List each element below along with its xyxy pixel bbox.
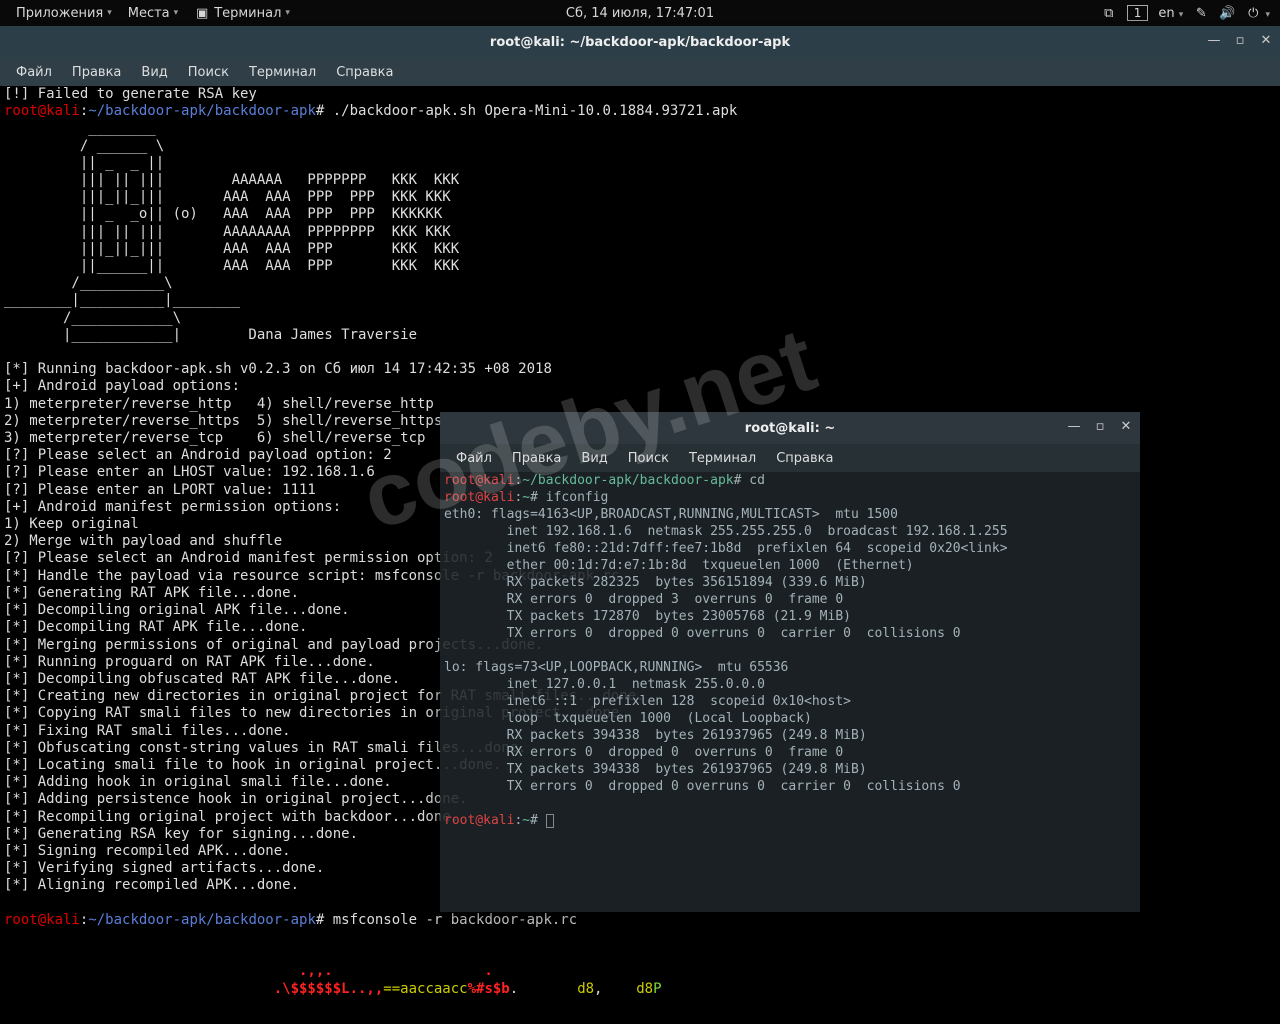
command-2: msfconsole -r backdoor-apk.rc [333, 912, 577, 928]
terminal-body[interactable]: root@kali:~/backdoor-apk/backdoor-apk# c… [440, 472, 1140, 912]
menu-file[interactable]: Файл [6, 61, 62, 84]
close-button[interactable]: ✕ [1118, 418, 1134, 434]
menu-terminal[interactable]: Терминал [239, 61, 326, 84]
prompt-user: root@kali [444, 473, 514, 488]
titlebar[interactable]: root@kali: ~/backdoor-apk/backdoor-apk —… [0, 26, 1280, 58]
menubar: Файл Правка Вид Поиск Терминал Справка [440, 444, 1140, 472]
applications-menu[interactable]: Приложения ▾ [8, 2, 120, 25]
terminal-icon: ▣ [194, 5, 210, 21]
prompt-user: root@kali [444, 813, 514, 828]
chevron-down-icon: ▾ [1179, 10, 1184, 20]
ifconfig-output: eth0: flags=4163<UP,BROADCAST,RUNNING,MU… [444, 507, 1008, 794]
msf-banner-l1: .,,. . [4, 963, 493, 979]
maximize-button[interactable]: ▫ [1092, 418, 1108, 434]
chevron-down-icon: ▾ [174, 8, 179, 18]
workspace-indicator[interactable]: 1 [1127, 5, 1149, 21]
window-title: root@kali: ~ [745, 421, 835, 436]
minimize-button[interactable]: — [1206, 32, 1222, 48]
command: cd [749, 473, 765, 488]
chevron-down-icon: ▾ [285, 8, 290, 18]
menubar: Файл Правка Вид Поиск Терминал Справка [0, 58, 1280, 86]
volume-icon[interactable]: 🔊 [1219, 5, 1235, 21]
menu-search[interactable]: Поиск [618, 447, 679, 470]
command: ifconfig [546, 490, 609, 505]
secondary-terminal-window: root@kali: ~ — ▫ ✕ Файл Правка Вид Поиск… [440, 412, 1140, 912]
places-menu[interactable]: Места ▾ [120, 2, 186, 25]
terminal-label: Терминал [214, 6, 281, 21]
menu-search[interactable]: Поиск [178, 61, 239, 84]
prompt-user: root@kali [4, 912, 80, 928]
titlebar[interactable]: root@kali: ~ — ▫ ✕ [440, 412, 1140, 444]
prompt-path: ~/backdoor-apk/backdoor-apk [522, 473, 733, 488]
truncated-line: [!] Failed to generate RSA key [4, 86, 257, 102]
accessibility-icon[interactable]: ✎ [1193, 5, 1209, 21]
menu-view[interactable]: Вид [571, 447, 617, 470]
menu-view[interactable]: Вид [131, 61, 177, 84]
ascii-art: ________ / ______ \ || _ _ || ||| || |||… [4, 120, 459, 342]
menu-help[interactable]: Справка [766, 447, 843, 470]
power-icon: ⏻ [1245, 5, 1261, 21]
cursor [546, 814, 554, 828]
prompt-path: ~ [522, 813, 530, 828]
chevron-down-icon: ▾ [1265, 10, 1270, 20]
recorder-icon[interactable]: ⧉ [1101, 5, 1117, 21]
apps-label: Приложения [16, 6, 103, 21]
terminal-launcher[interactable]: ▣ Терминал ▾ [186, 1, 298, 25]
power-menu[interactable]: ⏻ ▾ [1245, 5, 1270, 21]
prompt-user: root@kali [4, 103, 80, 119]
command-1: ./backdoor-apk.sh Opera-Mini-10.0.1884.9… [333, 103, 738, 119]
clock[interactable]: Сб, 14 июля, 17:47:01 [566, 6, 714, 21]
places-label: Места [128, 6, 170, 21]
prompt-path: ~/backdoor-apk/backdoor-apk [88, 912, 316, 928]
maximize-button[interactable]: ▫ [1232, 32, 1248, 48]
menu-edit[interactable]: Правка [62, 61, 131, 84]
close-button[interactable]: ✕ [1258, 32, 1274, 48]
menu-help[interactable]: Справка [326, 61, 403, 84]
prompt-path: ~/backdoor-apk/backdoor-apk [88, 103, 316, 119]
menu-terminal[interactable]: Терминал [679, 447, 766, 470]
prompt-user: root@kali [444, 490, 514, 505]
chevron-down-icon: ▾ [107, 8, 112, 18]
keyboard-layout[interactable]: en ▾ [1158, 6, 1183, 21]
prompt-path: ~ [522, 490, 530, 505]
menu-file[interactable]: Файл [446, 447, 502, 470]
gnome-topbar: Приложения ▾ Места ▾ ▣ Терминал ▾ Сб, 14 … [0, 0, 1280, 26]
menu-edit[interactable]: Правка [502, 447, 571, 470]
window-title: root@kali: ~/backdoor-apk/backdoor-apk [490, 35, 790, 50]
minimize-button[interactable]: — [1066, 418, 1082, 434]
